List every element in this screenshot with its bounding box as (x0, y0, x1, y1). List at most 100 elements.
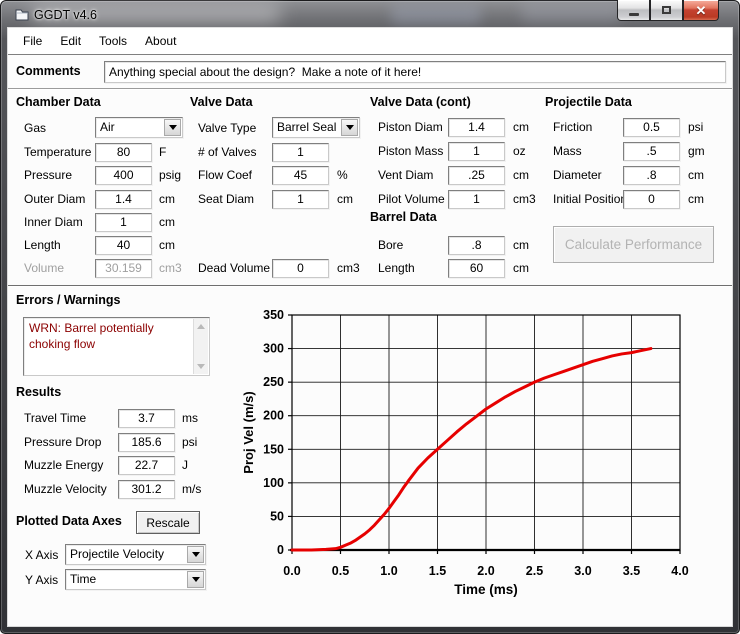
mass-label: Mass (553, 144, 582, 158)
pressure-label: Pressure (24, 168, 72, 182)
pressure-unit: psig (159, 168, 181, 182)
menu-file[interactable]: File (14, 29, 51, 53)
pilot-volume-field[interactable]: 1 (448, 190, 505, 209)
comments-input[interactable] (104, 61, 726, 83)
temperature-field[interactable]: 80 (95, 143, 152, 162)
barrel-length-unit: cm (513, 261, 529, 275)
menu-about[interactable]: About (136, 29, 185, 53)
muzzle-energy-unit: J (182, 458, 188, 472)
chamber-length-field[interactable]: 40 (95, 236, 152, 255)
projectile-data-heading: Projectile Data (545, 95, 632, 109)
initial-position-unit: cm (688, 192, 704, 206)
flow-coef-field[interactable]: 45 (272, 166, 329, 185)
separator (8, 285, 732, 287)
svg-text:350: 350 (263, 308, 284, 322)
outer-diam-field[interactable]: 1.4 (95, 190, 152, 209)
gas-select[interactable]: Air (95, 117, 183, 138)
chevron-down-icon[interactable] (341, 119, 358, 136)
valve-type-select[interactable]: Barrel Seal (272, 117, 360, 138)
pressure-field[interactable]: 400 (95, 166, 152, 185)
muzzle-energy-label: Muzzle Energy (24, 458, 103, 472)
scroll-down-arrow-icon[interactable] (194, 359, 208, 374)
menu-tools[interactable]: Tools (90, 29, 136, 53)
bore-field[interactable]: .8 (448, 236, 505, 255)
dead-volume-unit: cm3 (337, 261, 360, 275)
vent-diam-unit: cm (513, 168, 529, 182)
travel-time-field: 3.7 (118, 409, 175, 428)
barrel-length-label: Length (378, 261, 415, 275)
travel-time-label: Travel Time (24, 411, 86, 425)
svg-text:0: 0 (277, 543, 284, 557)
svg-text:150: 150 (263, 442, 284, 456)
maximize-button[interactable] (650, 0, 683, 21)
seat-diam-unit: cm (337, 192, 353, 206)
initial-position-field[interactable]: 0 (623, 190, 680, 209)
piston-diam-label: Piston Diam (378, 120, 443, 134)
piston-diam-field[interactable]: 1.4 (448, 118, 505, 137)
errors-warnings-heading: Errors / Warnings (16, 293, 120, 307)
valve-data-cont-heading: Valve Data (cont) (370, 95, 471, 109)
results-heading: Results (16, 385, 61, 399)
velocity-time-chart: 0.00.51.01.52.02.53.03.54.00501001502002… (240, 300, 700, 600)
gas-label: Gas (24, 121, 46, 135)
titlebar-glass-blur (391, 5, 481, 25)
warnings-scrollbar[interactable] (193, 319, 208, 374)
outer-diam-label: Outer Diam (24, 192, 85, 206)
minimize-icon (629, 13, 639, 16)
bore-label: Bore (378, 238, 403, 252)
num-valves-field[interactable]: 1 (272, 143, 329, 162)
temperature-label: Temperature (24, 145, 91, 159)
dead-volume-field[interactable]: 0 (272, 259, 329, 278)
piston-mass-field[interactable]: 1 (448, 142, 505, 161)
piston-diam-unit: cm (513, 120, 529, 134)
volume-unit: cm3 (159, 261, 182, 275)
inner-diam-field[interactable]: 1 (95, 213, 152, 232)
flow-coef-unit: % (337, 168, 348, 182)
svg-text:2.0: 2.0 (477, 564, 494, 578)
chevron-down-icon[interactable] (187, 571, 204, 588)
friction-field[interactable]: 0.5 (623, 118, 680, 137)
svg-text:Time (ms): Time (ms) (454, 582, 518, 597)
vent-diam-field[interactable]: .25 (448, 166, 505, 185)
warning-message: WRN: Barrel potentially choking flow (29, 321, 179, 352)
chevron-down-icon[interactable] (164, 119, 181, 136)
y-axis-label: Y Axis (25, 573, 58, 587)
bore-unit: cm (513, 238, 529, 252)
svg-text:3.5: 3.5 (623, 564, 640, 578)
mass-field[interactable]: .5 (623, 142, 680, 161)
comments-label: Comments (16, 64, 81, 78)
temperature-unit: F (159, 145, 166, 159)
svg-text:50: 50 (270, 509, 284, 523)
muzzle-velocity-label: Muzzle Velocity (24, 482, 107, 496)
inner-diam-unit: cm (159, 215, 175, 229)
y-axis-select[interactable]: Time (65, 569, 206, 590)
chamber-length-label: Length (24, 238, 61, 252)
valve-data-heading: Valve Data (190, 95, 253, 109)
menu-bar: File Edit Tools About (8, 28, 732, 55)
volume-field: 30.159 (95, 259, 152, 278)
menu-edit[interactable]: Edit (51, 29, 90, 53)
svg-text:250: 250 (263, 375, 284, 389)
chamber-data-heading: Chamber Data (16, 95, 101, 109)
svg-text:0.5: 0.5 (332, 564, 349, 578)
scroll-up-arrow-icon[interactable] (194, 319, 208, 334)
outer-diam-unit: cm (159, 192, 175, 206)
warnings-textarea[interactable]: WRN: Barrel potentially choking flow (23, 317, 210, 376)
plotted-data-axes-heading: Plotted Data Axes (16, 514, 122, 528)
diameter-unit: cm (688, 168, 704, 182)
seat-diam-field[interactable]: 1 (272, 190, 329, 209)
barrel-length-field[interactable]: 60 (448, 259, 505, 278)
dead-volume-label: Dead Volume (198, 261, 270, 275)
travel-time-unit: ms (182, 411, 198, 425)
diameter-field[interactable]: .8 (623, 166, 680, 185)
close-icon: ✕ (696, 4, 707, 17)
svg-text:100: 100 (263, 476, 284, 490)
calculate-performance-button[interactable]: Calculate Performance (553, 226, 714, 263)
minimize-button[interactable] (617, 0, 650, 21)
x-axis-select[interactable]: Projectile Velocity (65, 544, 206, 565)
chevron-down-icon[interactable] (187, 546, 204, 563)
rescale-button[interactable]: Rescale (136, 511, 200, 534)
close-button[interactable]: ✕ (683, 0, 719, 21)
svg-text:300: 300 (263, 342, 284, 356)
flow-coef-label: Flow Coef (198, 168, 252, 182)
